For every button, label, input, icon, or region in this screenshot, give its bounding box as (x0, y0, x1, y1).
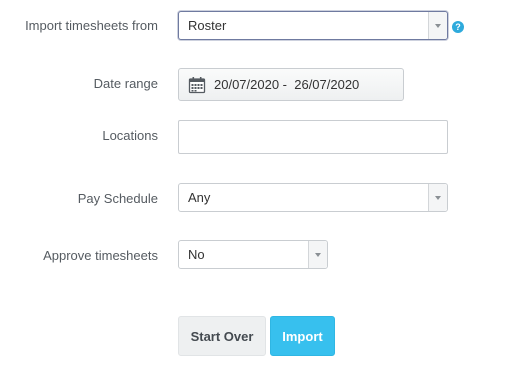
approve-timesheets-value: No (188, 247, 205, 262)
import-button[interactable]: Import (270, 316, 335, 356)
pay-schedule-label: Pay Schedule (77, 191, 158, 206)
import-from-dropdown-toggle[interactable] (428, 12, 447, 39)
start-over-button[interactable]: Start Over (178, 316, 266, 356)
date-range-picker[interactable]: 20/07/2020 - 26/07/2020 (178, 68, 404, 101)
pay-schedule-select[interactable]: Any (178, 183, 448, 212)
approve-timesheets-select[interactable]: No (178, 240, 328, 269)
calendar-icon (188, 76, 206, 93)
date-range-value: 20/07/2020 - 26/07/2020 (214, 77, 360, 92)
pay-schedule-dropdown-toggle[interactable] (428, 184, 447, 211)
import-from-label: Import timesheets from (25, 18, 158, 33)
pay-schedule-value: Any (188, 190, 211, 205)
chevron-down-icon (435, 23, 441, 28)
approve-timesheets-label: Approve timesheets (43, 248, 158, 263)
import-from-select[interactable]: Roster (178, 11, 448, 40)
chevron-down-icon (315, 252, 321, 257)
help-icon[interactable]: ? (452, 21, 464, 33)
date-range-label: Date range (93, 76, 158, 91)
import-from-value: Roster (188, 18, 227, 33)
locations-input[interactable] (178, 120, 448, 154)
approve-timesheets-dropdown-toggle[interactable] (308, 241, 327, 268)
locations-label: Locations (102, 128, 158, 143)
import-timesheets-form: Import timesheets from Roster ? Date ran… (0, 0, 515, 375)
chevron-down-icon (435, 195, 441, 200)
